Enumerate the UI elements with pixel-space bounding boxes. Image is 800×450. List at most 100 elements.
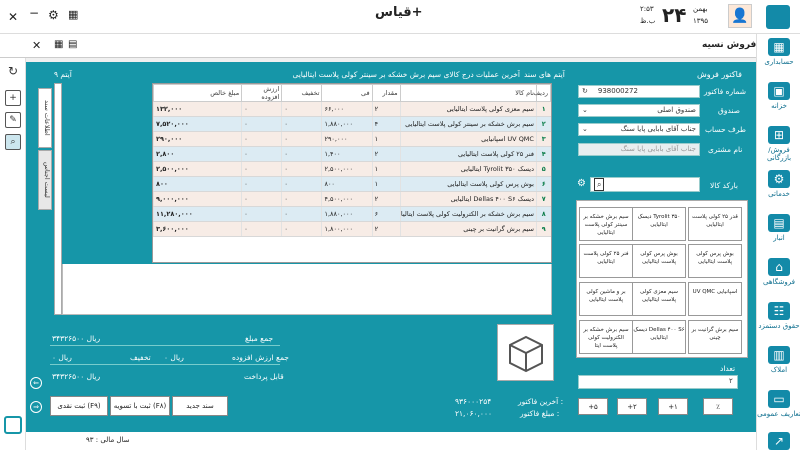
product-image-placeholder — [497, 324, 554, 381]
barcode-input[interactable]: ⌕ — [590, 177, 700, 192]
nav-item-payroll[interactable]: ☷ حقوق دستمزد — [757, 302, 800, 330]
qty-plus-one-button[interactable]: +۱ — [658, 398, 688, 415]
date-day: ۲۴ — [662, 3, 687, 27]
arrow-back-icon[interactable]: ⇐ — [30, 377, 42, 389]
nav-item-reports[interactable]: ↗ — [757, 432, 800, 450]
invoice-number-field[interactable]: ↻ 938000272 — [578, 85, 700, 98]
product-tile[interactable]: سیم برش خشکه بر الکترولیت کولی پلاست ایت… — [579, 320, 633, 354]
date-month: بهمن — [693, 5, 708, 13]
building-icon: ▥ — [768, 346, 790, 364]
column-header[interactable]: تخفیف — [281, 84, 323, 102]
qty-percent-button[interactable]: ٪ — [703, 398, 733, 415]
fiscal-year-text: سال مالی : ۹۳ — [86, 436, 130, 444]
table-row[interactable]: ۴ فنر ۲۵ کولی پلاست ایتالیایی ۲ ۱,۴۰۰ ۰ ۰ ۲,۸۰… — [152, 146, 551, 162]
table-row[interactable]: ۸ سیم برش خشکه بر الکترولیت کولی پلاست ای… — [152, 206, 551, 222]
invoice-number-label: شماره فاکتور — [704, 87, 747, 96]
invoice-amount-value: ۲۱,۰۶۰,۰۰۰ — [455, 409, 492, 418]
grid-lower-area — [62, 264, 552, 315]
product-tile[interactable]: فنر ۲۵ کولی پلاست ایتالیایی — [579, 244, 633, 278]
nav-item-services[interactable]: ⚙ خدماتی — [757, 170, 800, 198]
close-tab-icon[interactable]: ✕ — [32, 39, 41, 52]
fund-select[interactable]: ⌄ صندوق اصلی — [578, 104, 700, 117]
payroll-icon: ☷ — [768, 302, 790, 320]
nav-item-real-estate[interactable]: ▥ املاک — [757, 346, 800, 374]
warehouse-icon: ▤ — [768, 214, 790, 232]
items-table: ردیف نام کالا مقدار فی تخفیف ارزش افزوده… — [152, 83, 552, 263]
calculator-icon: ▦ — [768, 38, 790, 56]
tab-products-list[interactable]: لیست اجناس — [38, 150, 52, 210]
nav-item-treasury[interactable]: ▣ خزانه — [757, 82, 800, 110]
product-tile[interactable]: دیسک Dellas ۴۰۰ S۶ ایتالیایی — [632, 320, 686, 354]
table-header-row: ردیف نام کالا مقدار فی تخفیف ارزش افزوده… — [152, 84, 552, 102]
account-select[interactable]: ⌄ جناب آقای بابایی پایا سنگ — [578, 123, 700, 136]
product-tile[interactable]: بر و ماشین کولی پلاست ایتالیایی — [579, 282, 633, 316]
arrow-forward-icon[interactable]: ⇒ — [30, 401, 42, 413]
minimize-icon[interactable]: − — [29, 6, 39, 20]
quantity-input[interactable]: ۲ — [578, 375, 738, 389]
calendar-icon[interactable]: ▤ — [68, 39, 77, 50]
barcode-label: بارکد کالا — [710, 181, 739, 190]
scrollbar[interactable] — [54, 83, 62, 315]
product-tile[interactable]: سیم برش خشکه بر سینتر کولی پلاست ایتالیا… — [579, 207, 633, 241]
settings-gear-icon[interactable]: ⚙ — [48, 8, 59, 22]
clock-period: ب.ظ — [640, 17, 656, 25]
app-logo-icon — [766, 5, 790, 29]
save-cash-button[interactable]: ثبت نقدی (F۹) — [50, 396, 108, 416]
barcode-settings-gear-icon[interactable]: ⚙ — [577, 178, 586, 189]
qty-plus-two-button[interactable]: +۲ — [617, 398, 647, 415]
column-header[interactable]: ارزش افزوده — [241, 84, 283, 102]
tab-doc-info[interactable]: اطلاعات سند — [38, 88, 52, 148]
chevron-down-icon: ⌄ — [582, 106, 588, 114]
nav-item-sales[interactable]: ⊞ فروش/بازرگانی — [757, 126, 800, 162]
refresh-icon[interactable]: ↻ — [582, 86, 588, 97]
table-row[interactable]: ۲ سیم برش خشکه بر سینتر کولی پلاست ایتالی… — [152, 116, 551, 132]
book-icon: ▭ — [768, 390, 790, 408]
column-header[interactable]: نام کالا — [399, 84, 537, 102]
divider — [50, 364, 280, 365]
table-row[interactable]: ۷ دیسک Dellas ۴۰۰ S۶ ایتالیایی ۲ ۴,۵۰۰,۰۰۰ ۰… — [152, 191, 551, 207]
customer-name-field[interactable]: جناب آقای بابایی پایا سنگ — [578, 143, 700, 156]
app-title: قیاس+ — [375, 5, 423, 20]
grid-view-icon[interactable]: ▦ — [68, 8, 78, 21]
fund-label: صندوق — [718, 106, 741, 115]
calculator-icon[interactable]: ▦ — [54, 39, 63, 50]
nav-item-warehouse[interactable]: ▤ انبار — [757, 214, 800, 242]
nav-item-accounting[interactable]: ▦ حسابداری — [757, 38, 800, 66]
table-row[interactable]: ۶ بوش پرس کولی پلاست ایتالیایی ۱ ۸۰۰ ۰ ۰ ۸۰۰ — [152, 176, 551, 192]
page-toolbar: ✕ ▦ ▤ فروش نسیه — [0, 34, 760, 58]
search-icon[interactable]: ⌕ — [594, 178, 605, 191]
document-search-icon[interactable]: ⌕ — [5, 134, 21, 150]
column-header[interactable]: مقدار — [371, 84, 401, 102]
table-row[interactable]: ۳ UV QMC اسپانیایی ۱ ۲۹۰,۰۰۰ ۰ ۰ ۲۹۰,۰۰۰ — [152, 131, 551, 147]
column-header[interactable]: مبلغ خالص — [152, 84, 243, 102]
product-tile[interactable]: بوش پرس کولی پلاست ایتالیایی — [688, 244, 742, 278]
document-add-icon[interactable]: + — [5, 90, 21, 106]
qty-plus-five-button[interactable]: +۵ — [578, 398, 608, 415]
product-tile[interactable]: UV QMC اسپانیایی — [688, 282, 742, 316]
side-tools: ↻ + ✎ ⌕ — [0, 58, 26, 450]
date-year: ۱۳۹۵ — [693, 17, 709, 25]
nav-item-store[interactable]: ⌂ فروشگاهی — [757, 258, 800, 286]
status-bar: سال مالی : ۹۳ — [26, 432, 756, 450]
product-tile[interactable]: قدر ۲۵ کولی پلاست ایتالیایی — [688, 207, 742, 241]
new-document-button[interactable]: سند جدید — [172, 396, 228, 416]
table-row[interactable]: ۹ سیم برش گرانیت بر چینی ۲ ۱,۸۰۰,۰۰۰ ۰ ۰ ۳,۶۰۰… — [152, 221, 551, 237]
table-row[interactable]: ۵ دیسک Tyrolit ۳۵۰ ایتالیایی ۱ ۲,۵۰۰,۰۰۰ ۰ ۰ ۲… — [152, 161, 551, 177]
column-header[interactable]: فی — [321, 84, 373, 102]
logo-icon — [4, 416, 22, 434]
product-tile[interactable]: بوش پرس کولی پلاست ایتالیایی — [632, 244, 686, 278]
avatar[interactable]: 👤 — [728, 4, 752, 28]
items-title: آیتم های سند — [524, 70, 565, 79]
product-tile[interactable]: دیسک Tyrolit ۳۵۰ ایتالیایی — [632, 207, 686, 241]
refresh-icon[interactable]: ↻ — [5, 64, 21, 80]
product-tile[interactable]: سیم معزی کولی پلاست ایتالیایی — [632, 282, 686, 316]
table-row[interactable]: ۱ سیم معزی کولی پلاست ایتالیایی ۲ ۶۶,۰۰۰ ۰ ۰ ۱… — [152, 101, 551, 117]
document-edit-icon[interactable]: ✎ — [5, 112, 21, 128]
nav-item-general-definitions[interactable]: ▭ تعاریف عمومی — [757, 390, 800, 418]
save-with-settlement-button[interactable]: ثبت با تسویه (F۸) — [110, 396, 170, 416]
column-header[interactable]: ردیف — [533, 84, 552, 102]
close-window-icon[interactable]: ✕ — [8, 10, 18, 24]
clock-text: ۲:۵۳ — [640, 5, 654, 13]
product-tile[interactable]: سیم برش گرانیت بر چینی — [688, 320, 742, 354]
account-label: طرف حساب — [705, 125, 746, 134]
